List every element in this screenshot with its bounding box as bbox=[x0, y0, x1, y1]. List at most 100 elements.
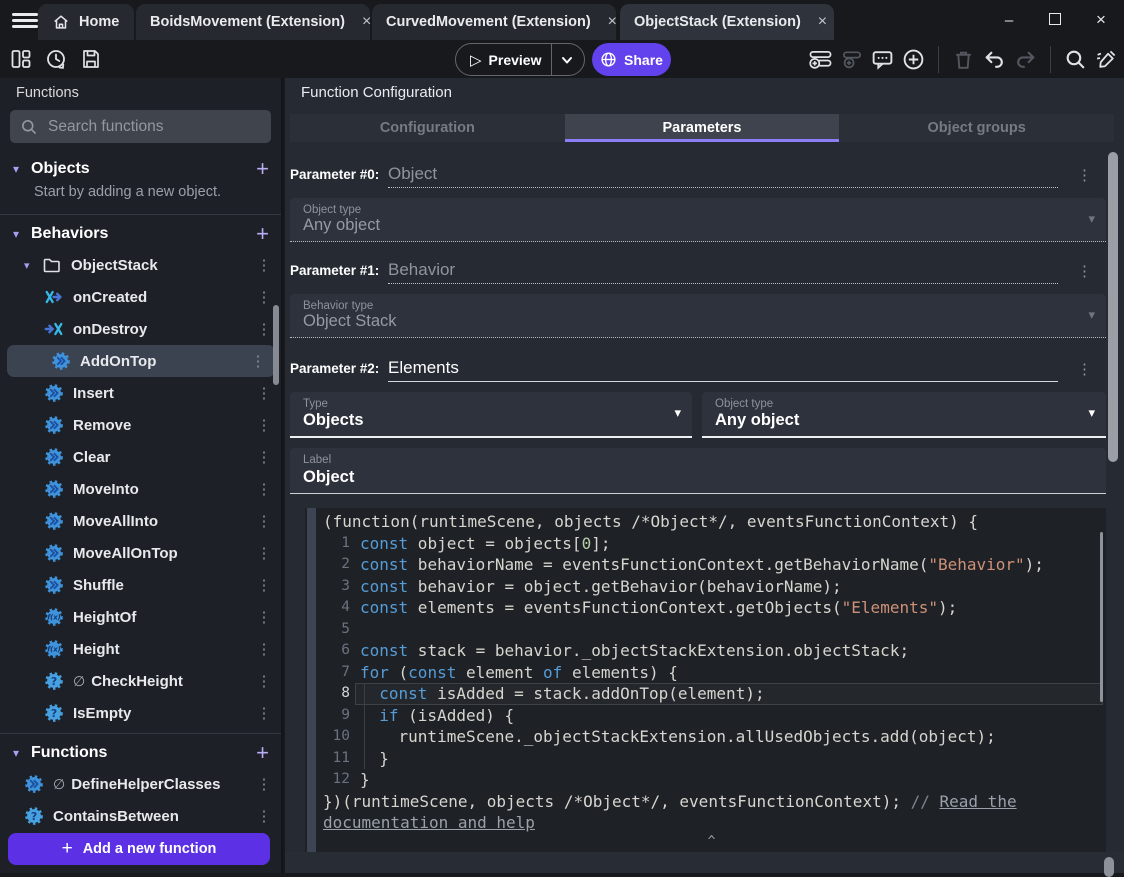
sidebar-item-clear[interactable]: Clear ⋮ bbox=[0, 441, 281, 473]
share-button[interactable]: Share bbox=[592, 43, 671, 76]
code-line-1[interactable]: 1 const object = objects[0]; bbox=[317, 533, 1106, 555]
item-menu-button[interactable]: ⋮ bbox=[255, 807, 273, 825]
item-menu-button[interactable]: ⋮ bbox=[255, 288, 273, 306]
sidebar-item-isempty[interactable]: ? IsEmpty ⋮ bbox=[0, 697, 281, 729]
code-line-7[interactable]: 7 for (const element of elements) { bbox=[317, 662, 1106, 684]
expander-icon[interactable]: ▾ bbox=[13, 162, 31, 176]
add-objects-button[interactable]: + bbox=[256, 158, 269, 180]
parameter-menu-button[interactable]: ⋮ bbox=[1077, 262, 1092, 280]
section-functions[interactable]: ▾ Functions + bbox=[0, 738, 281, 768]
code-line-12[interactable]: 12} bbox=[317, 769, 1106, 791]
main-scrollbar[interactable] bbox=[1108, 152, 1118, 462]
tab-objectstack[interactable]: ObjectStack (Extension) × bbox=[620, 4, 834, 40]
add-comment-icon[interactable] bbox=[871, 48, 894, 71]
code-line-10[interactable]: 10 runtimeScene._objectStackExtension.al… bbox=[317, 726, 1106, 748]
search-box[interactable] bbox=[10, 110, 271, 143]
undo-icon[interactable] bbox=[983, 48, 1006, 71]
parameter-name-input[interactable]: Object bbox=[388, 164, 437, 184]
parameter-name-input[interactable]: Elements bbox=[388, 358, 459, 378]
item-menu-button[interactable]: ⋮ bbox=[255, 448, 273, 466]
item-menu-button[interactable]: ⋮ bbox=[255, 704, 273, 722]
sidebar-item-moveallontop[interactable]: MoveAllOnTop ⋮ bbox=[0, 537, 281, 569]
editor-scrollbar[interactable] bbox=[1100, 532, 1103, 702]
code-line-8[interactable]: 8 const isAdded = stack.addOnTop(element… bbox=[317, 683, 1106, 705]
expander-icon[interactable]: ▾ bbox=[13, 746, 31, 760]
code-line-6[interactable]: 6 const stack = behavior._objectStackExte… bbox=[317, 640, 1106, 662]
expander-icon[interactable]: ▾ bbox=[24, 259, 42, 272]
add-new-function-button[interactable]: + Add a new function bbox=[8, 833, 270, 865]
sidebar-item-moveinto[interactable]: MoveInto ⋮ bbox=[0, 473, 281, 505]
item-menu-button[interactable]: ⋮ bbox=[255, 576, 273, 594]
code-line-11[interactable]: 11 } bbox=[317, 747, 1106, 769]
item-menu-button[interactable]: ⋮ bbox=[255, 512, 273, 530]
sidebar-item-insert[interactable]: Insert ⋮ bbox=[0, 377, 281, 409]
code-line-4[interactable]: 4 const elements = eventsFunctionContext.… bbox=[317, 597, 1106, 619]
item-menu-button[interactable]: ⋮ bbox=[249, 352, 267, 370]
item-menu-button[interactable]: ⋮ bbox=[255, 608, 273, 626]
code-line-3[interactable]: 3 const behavior = object.getBehavior(beh… bbox=[317, 576, 1106, 598]
tab-parameters[interactable]: Parameters bbox=[564, 114, 840, 142]
close-window-button[interactable]: × bbox=[1078, 10, 1124, 30]
sidebar-item-height[interactable]: f(x) Height ⋮ bbox=[0, 633, 281, 665]
sidebar-scrollbar[interactable] bbox=[273, 305, 279, 385]
type-select[interactable]: Type Objects ▾ bbox=[290, 392, 692, 438]
parameter-name-input[interactable]: Behavior bbox=[388, 260, 455, 280]
close-tab-icon[interactable]: × bbox=[608, 14, 617, 30]
item-menu-button[interactable]: ⋮ bbox=[255, 480, 273, 498]
tab-curvedmovement[interactable]: CurvedMovement (Extension) × bbox=[372, 4, 617, 40]
collapse-editor-icon[interactable]: ^ bbox=[317, 834, 1106, 850]
code-line-5[interactable]: 5 bbox=[317, 619, 1106, 641]
preview-button[interactable]: ▷ Preview bbox=[455, 43, 585, 76]
sidebar-item-remove[interactable]: Remove ⋮ bbox=[0, 409, 281, 441]
item-menu-button[interactable]: ⋮ bbox=[255, 544, 273, 562]
sidebar-item-checkheight[interactable]: ? ∅ CheckHeight ⋮ bbox=[0, 665, 281, 697]
sidebar-item-definehelperclasses[interactable]: ∅ DefineHelperClasses ⋮ bbox=[0, 768, 281, 800]
sidebar-item-ondestroy[interactable]: onDestroy ⋮ bbox=[0, 313, 281, 345]
edit-icon[interactable] bbox=[1095, 48, 1118, 71]
search-input[interactable] bbox=[46, 116, 261, 137]
parameter-menu-button[interactable]: ⋮ bbox=[1077, 360, 1092, 378]
main-menu-button[interactable] bbox=[12, 13, 38, 29]
object-type-select[interactable]: Object type Any object ▾ bbox=[702, 392, 1106, 438]
code-line-9[interactable]: 9 if (isAdded) { bbox=[317, 704, 1106, 726]
parameter-menu-button[interactable]: ⋮ bbox=[1077, 166, 1092, 184]
sidebar-item-containsbetween[interactable]: ? ContainsBetween ⋮ bbox=[0, 800, 281, 832]
label-input[interactable]: Label Object bbox=[290, 448, 1106, 494]
sidebar-item-addontop[interactable]: AddOnTop ⋮ bbox=[7, 345, 275, 377]
sidebar-item-heightof[interactable]: f(x) HeightOf ⋮ bbox=[0, 601, 281, 633]
panels-icon[interactable] bbox=[10, 48, 32, 70]
bottom-scrollbar[interactable] bbox=[1104, 857, 1114, 877]
sidebar-item-oncreated[interactable]: onCreated ⋮ bbox=[0, 281, 281, 313]
item-menu-button[interactable]: ⋮ bbox=[255, 775, 273, 793]
add-circle-icon[interactable] bbox=[902, 48, 925, 71]
item-menu-button[interactable]: ⋮ bbox=[255, 256, 273, 274]
item-menu-button[interactable]: ⋮ bbox=[255, 416, 273, 434]
search-icon[interactable] bbox=[1064, 48, 1087, 71]
sidebar-item-objectstack[interactable]: ▾ ObjectStack ⋮ bbox=[0, 249, 281, 281]
section-behaviors[interactable]: ▾ Behaviors + bbox=[0, 219, 281, 249]
add-event-icon[interactable] bbox=[809, 48, 832, 71]
item-menu-button[interactable]: ⋮ bbox=[255, 640, 273, 658]
item-menu-button[interactable]: ⋮ bbox=[255, 320, 273, 338]
add-functions-button[interactable]: + bbox=[256, 742, 269, 764]
documentation-link[interactable]: Read the bbox=[940, 792, 1017, 811]
tab-boidsmovement[interactable]: BoidsMovement (Extension) × bbox=[136, 4, 371, 40]
add-behaviors-button[interactable]: + bbox=[256, 223, 269, 245]
section-objects[interactable]: ▾ Objects + bbox=[0, 154, 281, 184]
documentation-link[interactable]: documentation and help bbox=[323, 813, 535, 832]
expander-icon[interactable]: ▾ bbox=[13, 227, 31, 241]
tab-object-groups[interactable]: Object groups bbox=[839, 114, 1115, 142]
history-icon[interactable] bbox=[45, 48, 67, 70]
javascript-code-editor[interactable]: (function(runtimeScene, objects /*Object… bbox=[305, 508, 1106, 852]
sidebar-item-shuffle[interactable]: Shuffle ⋮ bbox=[0, 569, 281, 601]
maximize-button[interactable] bbox=[1032, 12, 1078, 29]
code-line-2[interactable]: 2 const behaviorName = eventsFunctionCont… bbox=[317, 554, 1106, 576]
chevron-down-icon[interactable] bbox=[560, 53, 574, 67]
tab-home[interactable]: Home bbox=[38, 4, 134, 40]
item-menu-button[interactable]: ⋮ bbox=[255, 672, 273, 690]
item-menu-button[interactable]: ⋮ bbox=[255, 384, 273, 402]
tab-configuration[interactable]: Configuration bbox=[290, 114, 565, 142]
minimize-button[interactable]: – bbox=[986, 12, 1032, 29]
close-tab-icon[interactable]: × bbox=[818, 14, 827, 30]
sidebar-item-moveallinto[interactable]: MoveAllInto ⋮ bbox=[0, 505, 281, 537]
